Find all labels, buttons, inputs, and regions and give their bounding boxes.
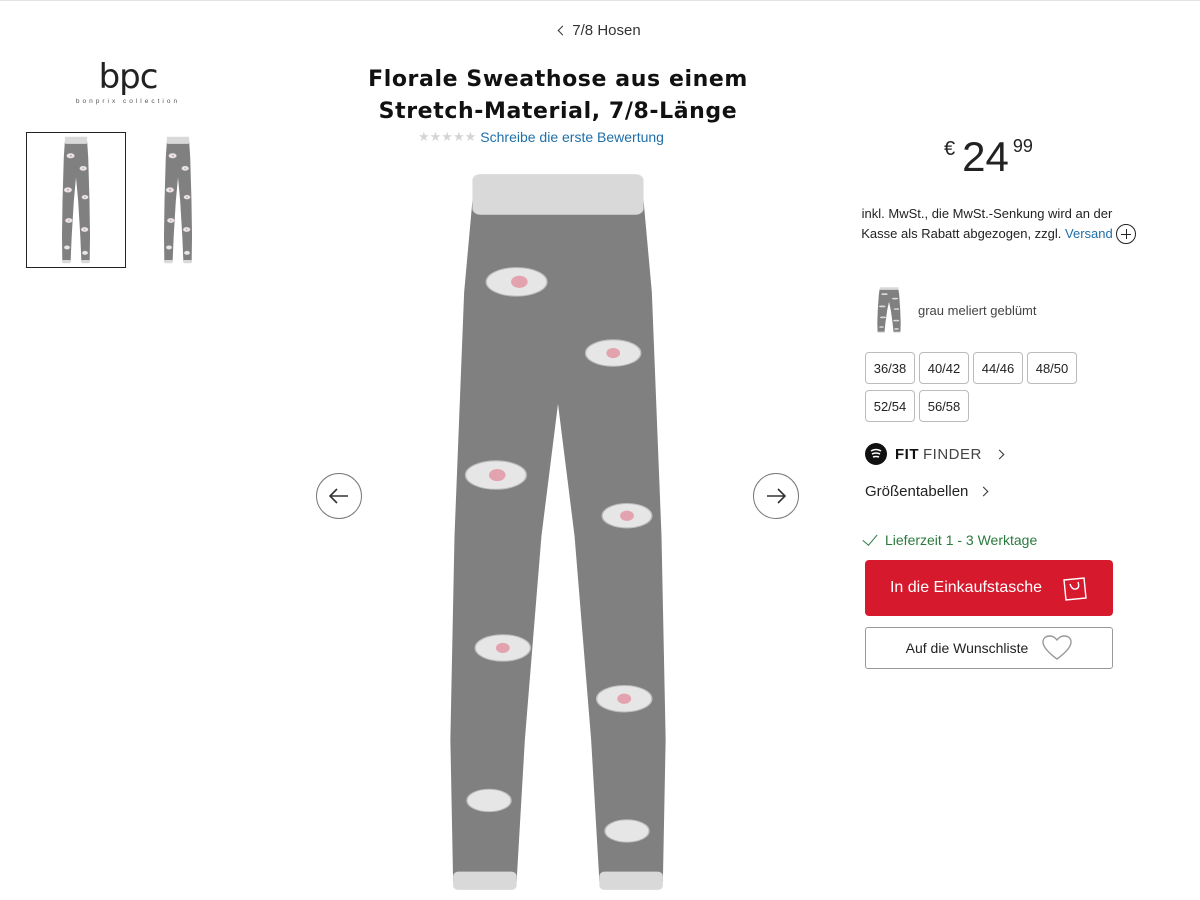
next-image-button[interactable] (753, 473, 799, 519)
color-variant[interactable]: grau meliert geblümt (874, 287, 1037, 333)
pants-thumbnail-back-image (163, 136, 193, 264)
arrow-left-icon (329, 488, 348, 504)
breadcrumb-label: 7/8 Hosen (572, 21, 641, 39)
rating-stars-icon: ★★★★★ (418, 129, 477, 144)
product-title: Florale Sweathose aus einem Stretch-Mate… (368, 67, 748, 124)
brand-logo-text: bpc (98, 57, 159, 97)
delivery-label: Lieferzeit 1 - 3 Werktage (885, 532, 1038, 548)
price-currency: € (944, 138, 956, 160)
previous-image-button[interactable] (316, 473, 362, 519)
arrow-right-icon (767, 488, 786, 504)
shipping-link[interactable]: Versand (1065, 226, 1113, 241)
size-option[interactable]: 52/54 (865, 390, 915, 422)
add-to-cart-label: In die Einkaufstasche (889, 579, 1043, 596)
wishlist-label: Auf die Wunschliste (905, 640, 1029, 656)
fit-finder-bold: FIT (895, 445, 919, 463)
add-to-cart-button[interactable]: In die Einkaufstasche (865, 560, 1113, 616)
product-price: € 24 99 (944, 134, 1033, 180)
wishlist-button[interactable]: Auf die Wunschliste (865, 627, 1113, 669)
product-main-image (420, 170, 696, 899)
chevron-left-icon (557, 25, 568, 36)
plus-circle-icon[interactable] (1116, 224, 1136, 244)
pants-main-image (449, 173, 667, 891)
price-integer: 24 (962, 133, 1009, 180)
size-selector: 36/38 40/42 44/46 48/50 52/54 56/58 (865, 352, 1095, 422)
color-variant-label: grau meliert geblümt (918, 302, 1037, 318)
fit-finder-icon (865, 443, 887, 465)
size-option[interactable]: 48/50 (1027, 352, 1077, 384)
price-decimals: 99 (1012, 136, 1033, 156)
thumbnail-gallery (26, 132, 228, 268)
size-option[interactable]: 40/42 (919, 352, 969, 384)
delivery-info: Lieferzeit 1 - 3 Werktage (862, 530, 1038, 548)
thumbnail-back[interactable] (128, 132, 228, 268)
product-rating: ★★★★★ Schreibe die erste Bewertung (418, 129, 664, 145)
breadcrumb-link[interactable]: 7/8 Hosen (557, 21, 641, 39)
check-icon (862, 530, 878, 546)
fit-finder-link[interactable]: FIT FINDER (865, 443, 1005, 465)
heart-icon (1042, 635, 1073, 660)
brand-logo[interactable]: bpc bonprix collection (66, 60, 190, 105)
thumbnail-front[interactable] (26, 132, 126, 268)
write-review-link[interactable]: Schreibe die erste Bewertung (480, 129, 664, 145)
chevron-right-icon (994, 449, 1005, 459)
chevron-right-icon (978, 486, 989, 497)
size-table-label: Größentabellen (865, 483, 969, 500)
shopping-bag-icon (1063, 577, 1087, 601)
size-option[interactable]: 44/46 (973, 352, 1023, 384)
tax-info: inkl. MwSt., die MwSt.-Senkung wird an d… (842, 204, 1132, 244)
fit-finder-light: FINDER (923, 445, 982, 463)
pants-thumbnail-front-image (61, 136, 91, 264)
size-option[interactable]: 56/58 (919, 390, 969, 422)
breadcrumb: 7/8 Hosen (0, 21, 1200, 39)
size-table-link[interactable]: Größentabellen (865, 483, 989, 500)
color-swatch-image (877, 287, 901, 333)
brand-logo-subline: bonprix collection (75, 98, 181, 105)
size-option[interactable]: 36/38 (865, 352, 915, 384)
top-divider (0, 0, 1200, 1)
